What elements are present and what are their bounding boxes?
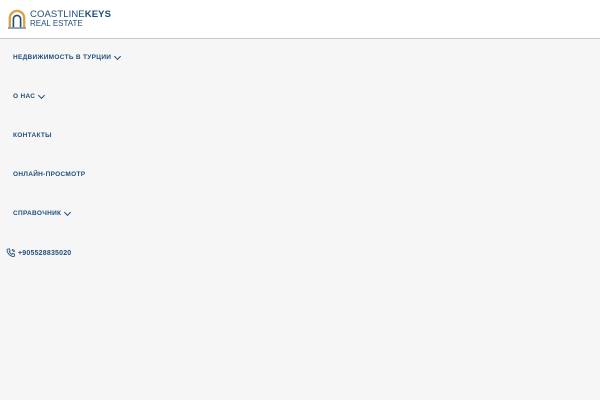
chevron-down-icon bbox=[38, 91, 46, 100]
menu-item-label: КОНТАКТЫ bbox=[13, 132, 52, 139]
site-header: COASTLINEKEYS REAL ESTATE bbox=[0, 0, 600, 39]
chevron-down-icon bbox=[64, 208, 72, 217]
logo-arch-icon bbox=[8, 9, 26, 29]
menu-item-online-viewing[interactable]: ОНЛАЙН-ПРОСМОТР bbox=[13, 171, 85, 178]
logo-word-coastline: COASTLINE bbox=[30, 8, 85, 20]
phone-number: +905528835020 bbox=[18, 249, 72, 257]
site-logo[interactable]: COASTLINEKEYS REAL ESTATE bbox=[8, 8, 111, 30]
menu-item-label: НЕДВИЖИМОСТЬ В ТУРЦИИ bbox=[13, 54, 112, 61]
logo-word-keys: KEYS bbox=[84, 8, 112, 20]
logo-text: COASTLINEKEYS REAL ESTATE bbox=[30, 10, 111, 29]
chevron-down-icon bbox=[114, 52, 122, 61]
phone-link[interactable]: +905528835020 bbox=[6, 248, 71, 258]
menu-item-label: СПРАВОЧНИК bbox=[13, 210, 62, 217]
menu-item-label: О НАС bbox=[13, 93, 36, 100]
menu-item-real-estate-turkey[interactable]: НЕДВИЖИМОСТЬ В ТУРЦИИ bbox=[13, 52, 122, 61]
menu-item-label: ОНЛАЙН-ПРОСМОТР bbox=[13, 171, 86, 178]
menu-item-contacts[interactable]: КОНТАКТЫ bbox=[13, 132, 52, 139]
logo-tagline: REAL ESTATE bbox=[30, 19, 83, 29]
phone-icon bbox=[6, 248, 16, 258]
menu-item-guide[interactable]: СПРАВОЧНИК bbox=[13, 208, 72, 217]
logo-brand-name: COASTLINEKEYS bbox=[30, 10, 111, 20]
menu-item-about-us[interactable]: О НАС bbox=[13, 91, 46, 100]
